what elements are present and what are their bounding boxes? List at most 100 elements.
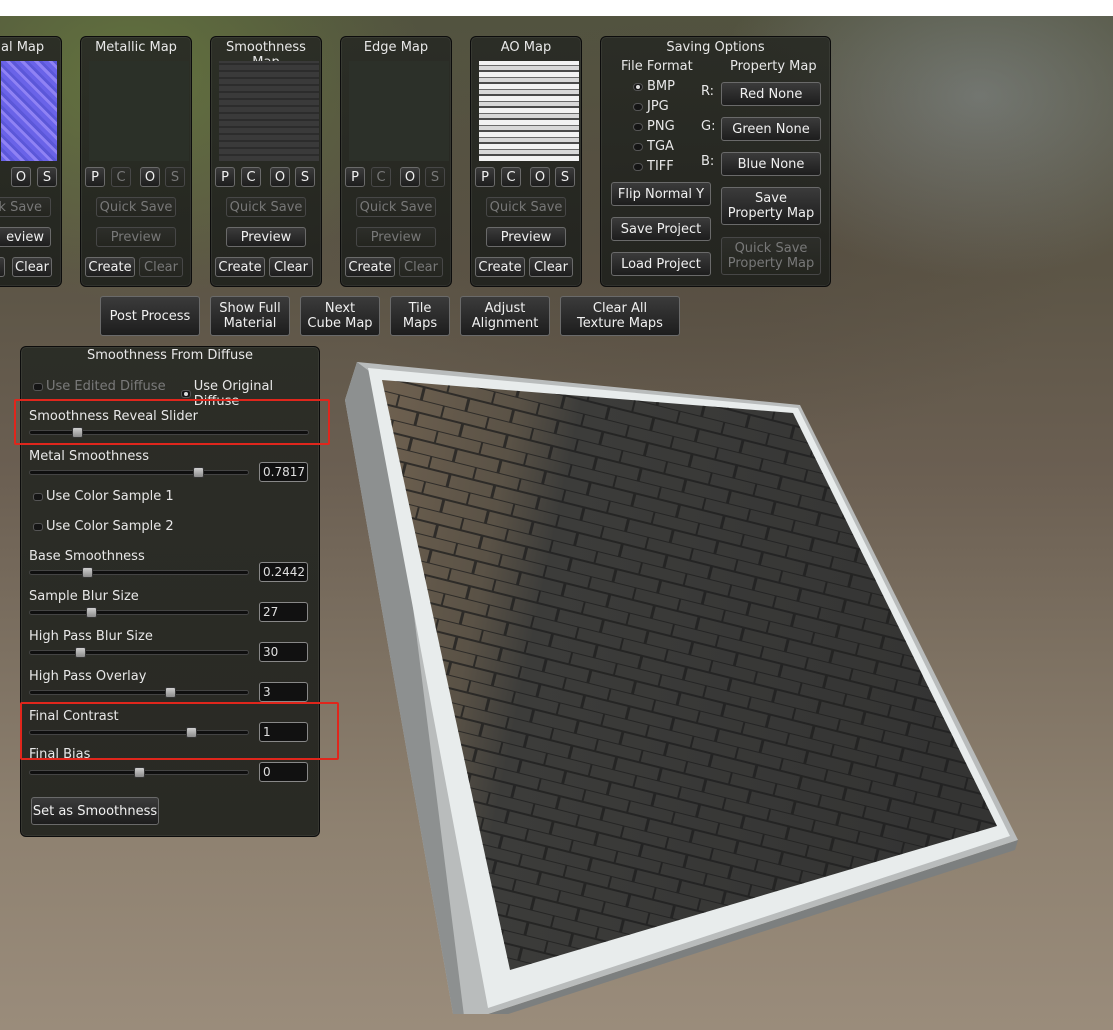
edge-s-button[interactable]: S — [425, 167, 445, 187]
option-label: Use Color Sample 1 — [46, 489, 174, 504]
high-pass-overlay-input[interactable] — [259, 682, 308, 702]
set-as-smoothness-button[interactable]: Set as Smoothness — [31, 797, 159, 825]
edge-create-button[interactable]: Create — [345, 257, 395, 277]
edge-preview-button[interactable]: Preview — [356, 227, 436, 247]
channel-g-label: G: — [701, 119, 716, 134]
ao-preview-button[interactable]: Preview — [486, 227, 566, 247]
ao-map-thumbnail[interactable] — [479, 61, 579, 161]
edge-p-button[interactable]: P — [345, 167, 365, 187]
smoothness-c-button[interactable]: C — [241, 167, 261, 187]
slider-knob[interactable] — [164, 687, 176, 698]
slider-knob[interactable] — [192, 467, 204, 478]
slider-knob[interactable] — [186, 727, 198, 738]
edge-c-button[interactable]: C — [371, 167, 391, 187]
high-pass-overlay-slider[interactable] — [29, 687, 249, 698]
load-project-button[interactable]: Load Project — [611, 252, 711, 276]
high-pass-blur-size-slider[interactable] — [29, 647, 249, 658]
ao-quick-save-button[interactable]: Quick Save — [486, 197, 566, 217]
format-bmp-radio[interactable]: BMP — [633, 79, 675, 94]
metal-smoothness-slider[interactable] — [29, 467, 249, 478]
next-cube-map-button[interactable]: Next Cube Map — [300, 296, 380, 336]
quick-save-property-map-button[interactable]: Quick Save Property Map — [721, 237, 821, 275]
use-original-diffuse-radio[interactable]: Use Original Diffuse — [181, 379, 319, 409]
smoothness-reveal-slider[interactable] — [29, 427, 309, 438]
metallic-create-button[interactable]: Create — [85, 257, 135, 277]
high-pass-blur-size-input[interactable] — [259, 642, 308, 662]
use-edited-diffuse-radio[interactable]: Use Edited Diffuse — [33, 379, 166, 394]
smoothness-preview-button[interactable]: Preview — [226, 227, 306, 247]
3d-viewport[interactable]: al Map O S k Save eview Clear Metallic M… — [0, 16, 1113, 1030]
smoothness-quick-save-button[interactable]: Quick Save — [226, 197, 306, 217]
smoothness-create-button[interactable]: Create — [215, 257, 265, 277]
save-property-map-button[interactable]: Save Property Map — [721, 187, 821, 225]
format-png-radio[interactable]: PNG — [633, 119, 675, 134]
smoothness-clear-button[interactable]: Clear — [269, 257, 313, 277]
slider-knob[interactable] — [72, 427, 84, 438]
metallic-o-button[interactable]: O — [140, 167, 160, 187]
normal-s-button[interactable]: S — [37, 167, 57, 187]
final-bias-input[interactable] — [259, 762, 308, 782]
edge-quick-save-button[interactable]: Quick Save — [356, 197, 436, 217]
format-tga-radio[interactable]: TGA — [633, 139, 674, 154]
edge-map-panel: Edge Map P C O S Quick Save Preview Crea… — [340, 36, 452, 287]
metallic-c-button[interactable]: C — [111, 167, 131, 187]
option-label: Use Color Sample 2 — [46, 519, 174, 534]
final-contrast-slider[interactable] — [29, 727, 249, 738]
metallic-s-button[interactable]: S — [165, 167, 185, 187]
ao-clear-button[interactable]: Clear — [529, 257, 573, 277]
normal-clear-button[interactable]: Clear — [12, 257, 52, 277]
red-channel-button[interactable]: Red None — [721, 82, 821, 106]
clear-all-texture-maps-button[interactable]: Clear All Texture Maps — [560, 296, 680, 336]
final-bias-slider[interactable] — [29, 767, 249, 778]
flip-normal-y-button[interactable]: Flip Normal Y — [611, 182, 711, 206]
green-channel-button[interactable]: Green None — [721, 117, 821, 141]
show-full-material-button[interactable]: Show Full Material — [210, 296, 290, 336]
metallic-p-button[interactable]: P — [85, 167, 105, 187]
edge-o-button[interactable]: O — [400, 167, 420, 187]
metal-smoothness-input[interactable] — [259, 462, 308, 482]
saving-options-title: Saving Options — [666, 40, 765, 55]
base-smoothness-slider[interactable] — [29, 567, 249, 578]
edge-map-thumbnail[interactable] — [349, 61, 449, 161]
normal-map-thumbnail[interactable] — [1, 61, 57, 161]
tile-maps-button[interactable]: Tile Maps — [390, 296, 450, 336]
save-project-button[interactable]: Save Project — [611, 217, 711, 241]
smoothness-p-button[interactable]: P — [215, 167, 235, 187]
slider-knob[interactable] — [86, 607, 98, 618]
normal-o-button[interactable]: O — [11, 167, 31, 187]
smoothness-o-button[interactable]: O — [270, 167, 290, 187]
edge-clear-button[interactable]: Clear — [399, 257, 443, 277]
ao-create-button[interactable]: Create — [475, 257, 525, 277]
blue-channel-button[interactable]: Blue None — [721, 152, 821, 176]
ao-c-button[interactable]: C — [501, 167, 521, 187]
format-jpg-radio[interactable]: JPG — [633, 99, 669, 114]
post-process-button[interactable]: Post Process — [100, 296, 200, 336]
slider-knob[interactable] — [75, 647, 87, 658]
final-contrast-input[interactable] — [259, 722, 308, 742]
metallic-preview-button[interactable]: Preview — [96, 227, 176, 247]
metal-smoothness-label: Metal Smoothness — [29, 449, 149, 464]
adjust-alignment-button[interactable]: Adjust Alignment — [460, 296, 550, 336]
metallic-map-thumbnail[interactable] — [89, 61, 189, 161]
format-label: BMP — [647, 79, 675, 94]
sample-blur-size-input[interactable] — [259, 602, 308, 622]
smoothness-s-button[interactable]: S — [295, 167, 315, 187]
use-color-sample-2-checkbox[interactable]: Use Color Sample 2 — [33, 519, 174, 534]
ao-o-button[interactable]: O — [530, 167, 550, 187]
normal-create-button[interactable] — [0, 257, 5, 277]
ao-s-button[interactable]: S — [555, 167, 575, 187]
radio-dot — [633, 122, 643, 131]
base-smoothness-input[interactable] — [259, 562, 308, 582]
normal-preview-button[interactable]: eview — [0, 227, 51, 247]
normal-quick-save-button[interactable]: k Save — [0, 197, 51, 217]
use-color-sample-1-checkbox[interactable]: Use Color Sample 1 — [33, 489, 174, 504]
high-pass-blur-size-label: High Pass Blur Size — [29, 629, 153, 644]
metallic-clear-button[interactable]: Clear — [139, 257, 183, 277]
sample-blur-size-slider[interactable] — [29, 607, 249, 618]
slider-knob[interactable] — [134, 767, 145, 778]
ao-p-button[interactable]: P — [475, 167, 495, 187]
slider-knob[interactable] — [81, 567, 93, 578]
metallic-quick-save-button[interactable]: Quick Save — [96, 197, 176, 217]
smoothness-map-thumbnail[interactable] — [219, 61, 319, 161]
format-tiff-radio[interactable]: TIFF — [633, 159, 674, 174]
